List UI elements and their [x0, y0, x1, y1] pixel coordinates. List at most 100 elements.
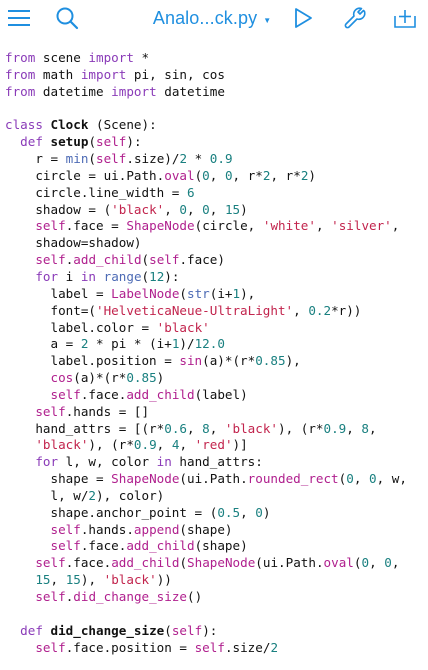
code-token: def: [20, 134, 43, 150]
code-token: (ui.Path.: [179, 471, 248, 487]
code-token: font=(: [5, 302, 96, 318]
code-token: 0.9: [209, 151, 233, 167]
code-line: from math import pi, sin, cos: [5, 67, 428, 84]
code-token: 'red': [194, 437, 233, 453]
code-editor[interactable]: from scene import * from math import pi, …: [5, 50, 428, 670]
code-token: ,: [187, 201, 203, 217]
search-button[interactable]: [52, 0, 82, 36]
code-token: (shape): [179, 521, 233, 537]
code-line: from datetime import datetime: [5, 84, 428, 101]
code-token: math: [35, 66, 81, 82]
code-line: cos(a)*(r*0.85): [5, 370, 428, 387]
code-token: (: [179, 555, 188, 571]
code-line: 'black'), (r*0.9, 4, 'red')]: [5, 437, 428, 454]
code-token: for: [35, 454, 59, 470]
code-token: ShapeNode: [111, 471, 180, 487]
code-token: 2: [270, 639, 279, 655]
code-token: (: [164, 622, 172, 638]
code-line: class Clock (Scene):: [5, 117, 428, 134]
code-token: scene: [35, 50, 89, 65]
code-token: 0: [361, 555, 370, 571]
menu-button[interactable]: [4, 0, 34, 36]
code-token: ,: [179, 437, 195, 453]
code-line: a = 2 * pi * (i+1)/12.0: [5, 336, 428, 353]
code-token: hand_attrs:: [171, 454, 263, 470]
code-token: cos: [50, 370, 74, 386]
code-token: ShapeNode: [126, 218, 195, 234]
run-button[interactable]: [288, 0, 318, 36]
code-token: ,: [50, 572, 66, 588]
hamburger-menu-icon: [8, 10, 30, 26]
code-token: add_child: [126, 538, 195, 554]
code-token: from: [5, 83, 36, 99]
code-token: shape.anchor_point = (: [5, 504, 218, 520]
code-token: (: [179, 285, 187, 301]
code-token: l, w, color: [58, 454, 157, 470]
code-line: label.color = 'black': [5, 320, 428, 337]
code-token: a =: [5, 336, 81, 352]
code-token: label =: [5, 285, 112, 301]
code-token: label.position =: [5, 353, 180, 369]
file-title: Analo...ck.py: [152, 7, 258, 28]
code-token: in: [156, 454, 172, 470]
code-token: self: [35, 252, 66, 268]
code-token: 15: [35, 572, 51, 588]
code-line: self.hands = []: [5, 404, 428, 421]
code-token: ,: [369, 420, 377, 436]
code-token: rounded_rect: [247, 471, 339, 487]
code-token: 12.0: [194, 336, 225, 352]
code-token: *: [133, 50, 150, 65]
code-token: ,: [209, 201, 225, 217]
code-token: 8: [202, 420, 210, 436]
code-line: def did_change_size(self):: [5, 623, 428, 640]
tools-button[interactable]: [340, 0, 370, 36]
code-token: (label): [194, 386, 248, 402]
code-token: 0: [179, 201, 187, 217]
code-token: 0: [255, 504, 263, 520]
code-token: ShapeNode: [187, 555, 256, 571]
code-token: (Scene):: [88, 117, 157, 133]
code-token: 0.85: [126, 370, 157, 386]
code-token: oval: [164, 167, 195, 183]
code-token: .size)/: [126, 151, 180, 167]
code-token: 0: [202, 167, 210, 183]
code-token: (ui.Path.: [255, 555, 324, 571]
code-line: self.face = ShapeNode(circle, 'white', '…: [5, 218, 428, 235]
code-line: self.face.add_child(shape): [5, 538, 428, 555]
code-line: from scene import *: [5, 50, 428, 67]
code-token: ),: [285, 353, 301, 369]
code-token: 0.5: [217, 504, 241, 520]
code-token: self: [50, 386, 81, 402]
code-line: self.hands.append(shape): [5, 522, 428, 539]
code-token: did_change_size: [50, 622, 165, 638]
code-token: 15: [65, 572, 81, 588]
play-icon: [295, 8, 312, 28]
code-line: def setup(self):: [5, 134, 428, 151]
code-token: str: [187, 285, 210, 301]
code-line: circle = ui.Path.oval(0, 0, r*2, r*2): [5, 168, 428, 185]
code-token: ,: [369, 555, 385, 571]
code-token: self: [171, 622, 203, 638]
code-token: 'black': [35, 437, 89, 453]
code-line: self.add_child(self.face): [5, 252, 428, 269]
code-token: self: [35, 639, 66, 655]
code-token: ,: [346, 420, 362, 436]
code-token: 0.6: [164, 420, 187, 436]
code-token: 8: [361, 420, 370, 436]
file-title-dropdown[interactable]: Analo...ck.py ▼: [148, 0, 276, 36]
code-token: 0: [202, 201, 210, 217]
add-tab-button[interactable]: [390, 0, 420, 36]
code-token: .face.: [80, 386, 127, 402]
code-token: (circle,: [194, 218, 263, 234]
